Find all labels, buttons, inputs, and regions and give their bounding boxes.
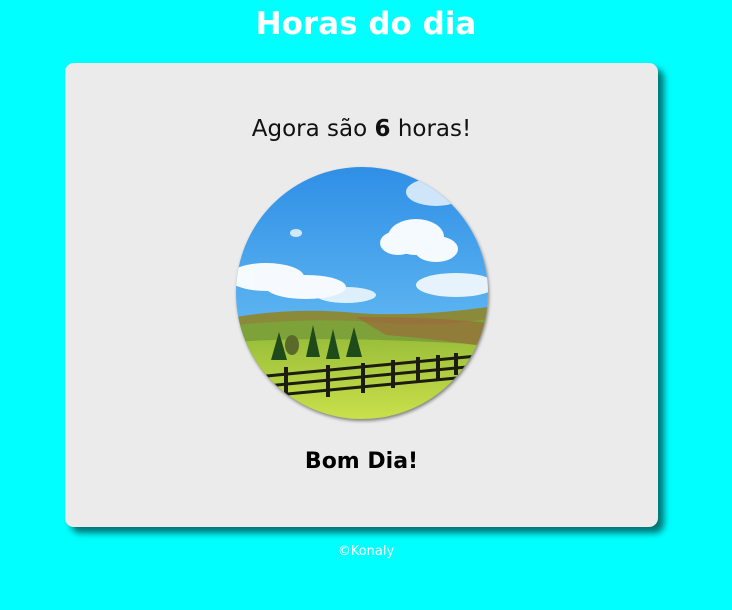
time-message: Agora são 6 horas! — [65, 115, 658, 143]
time-suffix: horas! — [390, 116, 472, 142]
copyright-footer: ©Konaly — [337, 544, 395, 559]
time-card: Agora são 6 horas! Bom Dia! — [65, 63, 658, 527]
current-hour: 6 — [374, 116, 391, 142]
time-prefix: Agora são — [251, 116, 375, 142]
greeting-text: Bom Dia! — [304, 449, 419, 474]
page-title: Horas do dia — [255, 6, 477, 42]
time-of-day-image — [236, 167, 488, 419]
landscape-illustration — [236, 167, 488, 419]
